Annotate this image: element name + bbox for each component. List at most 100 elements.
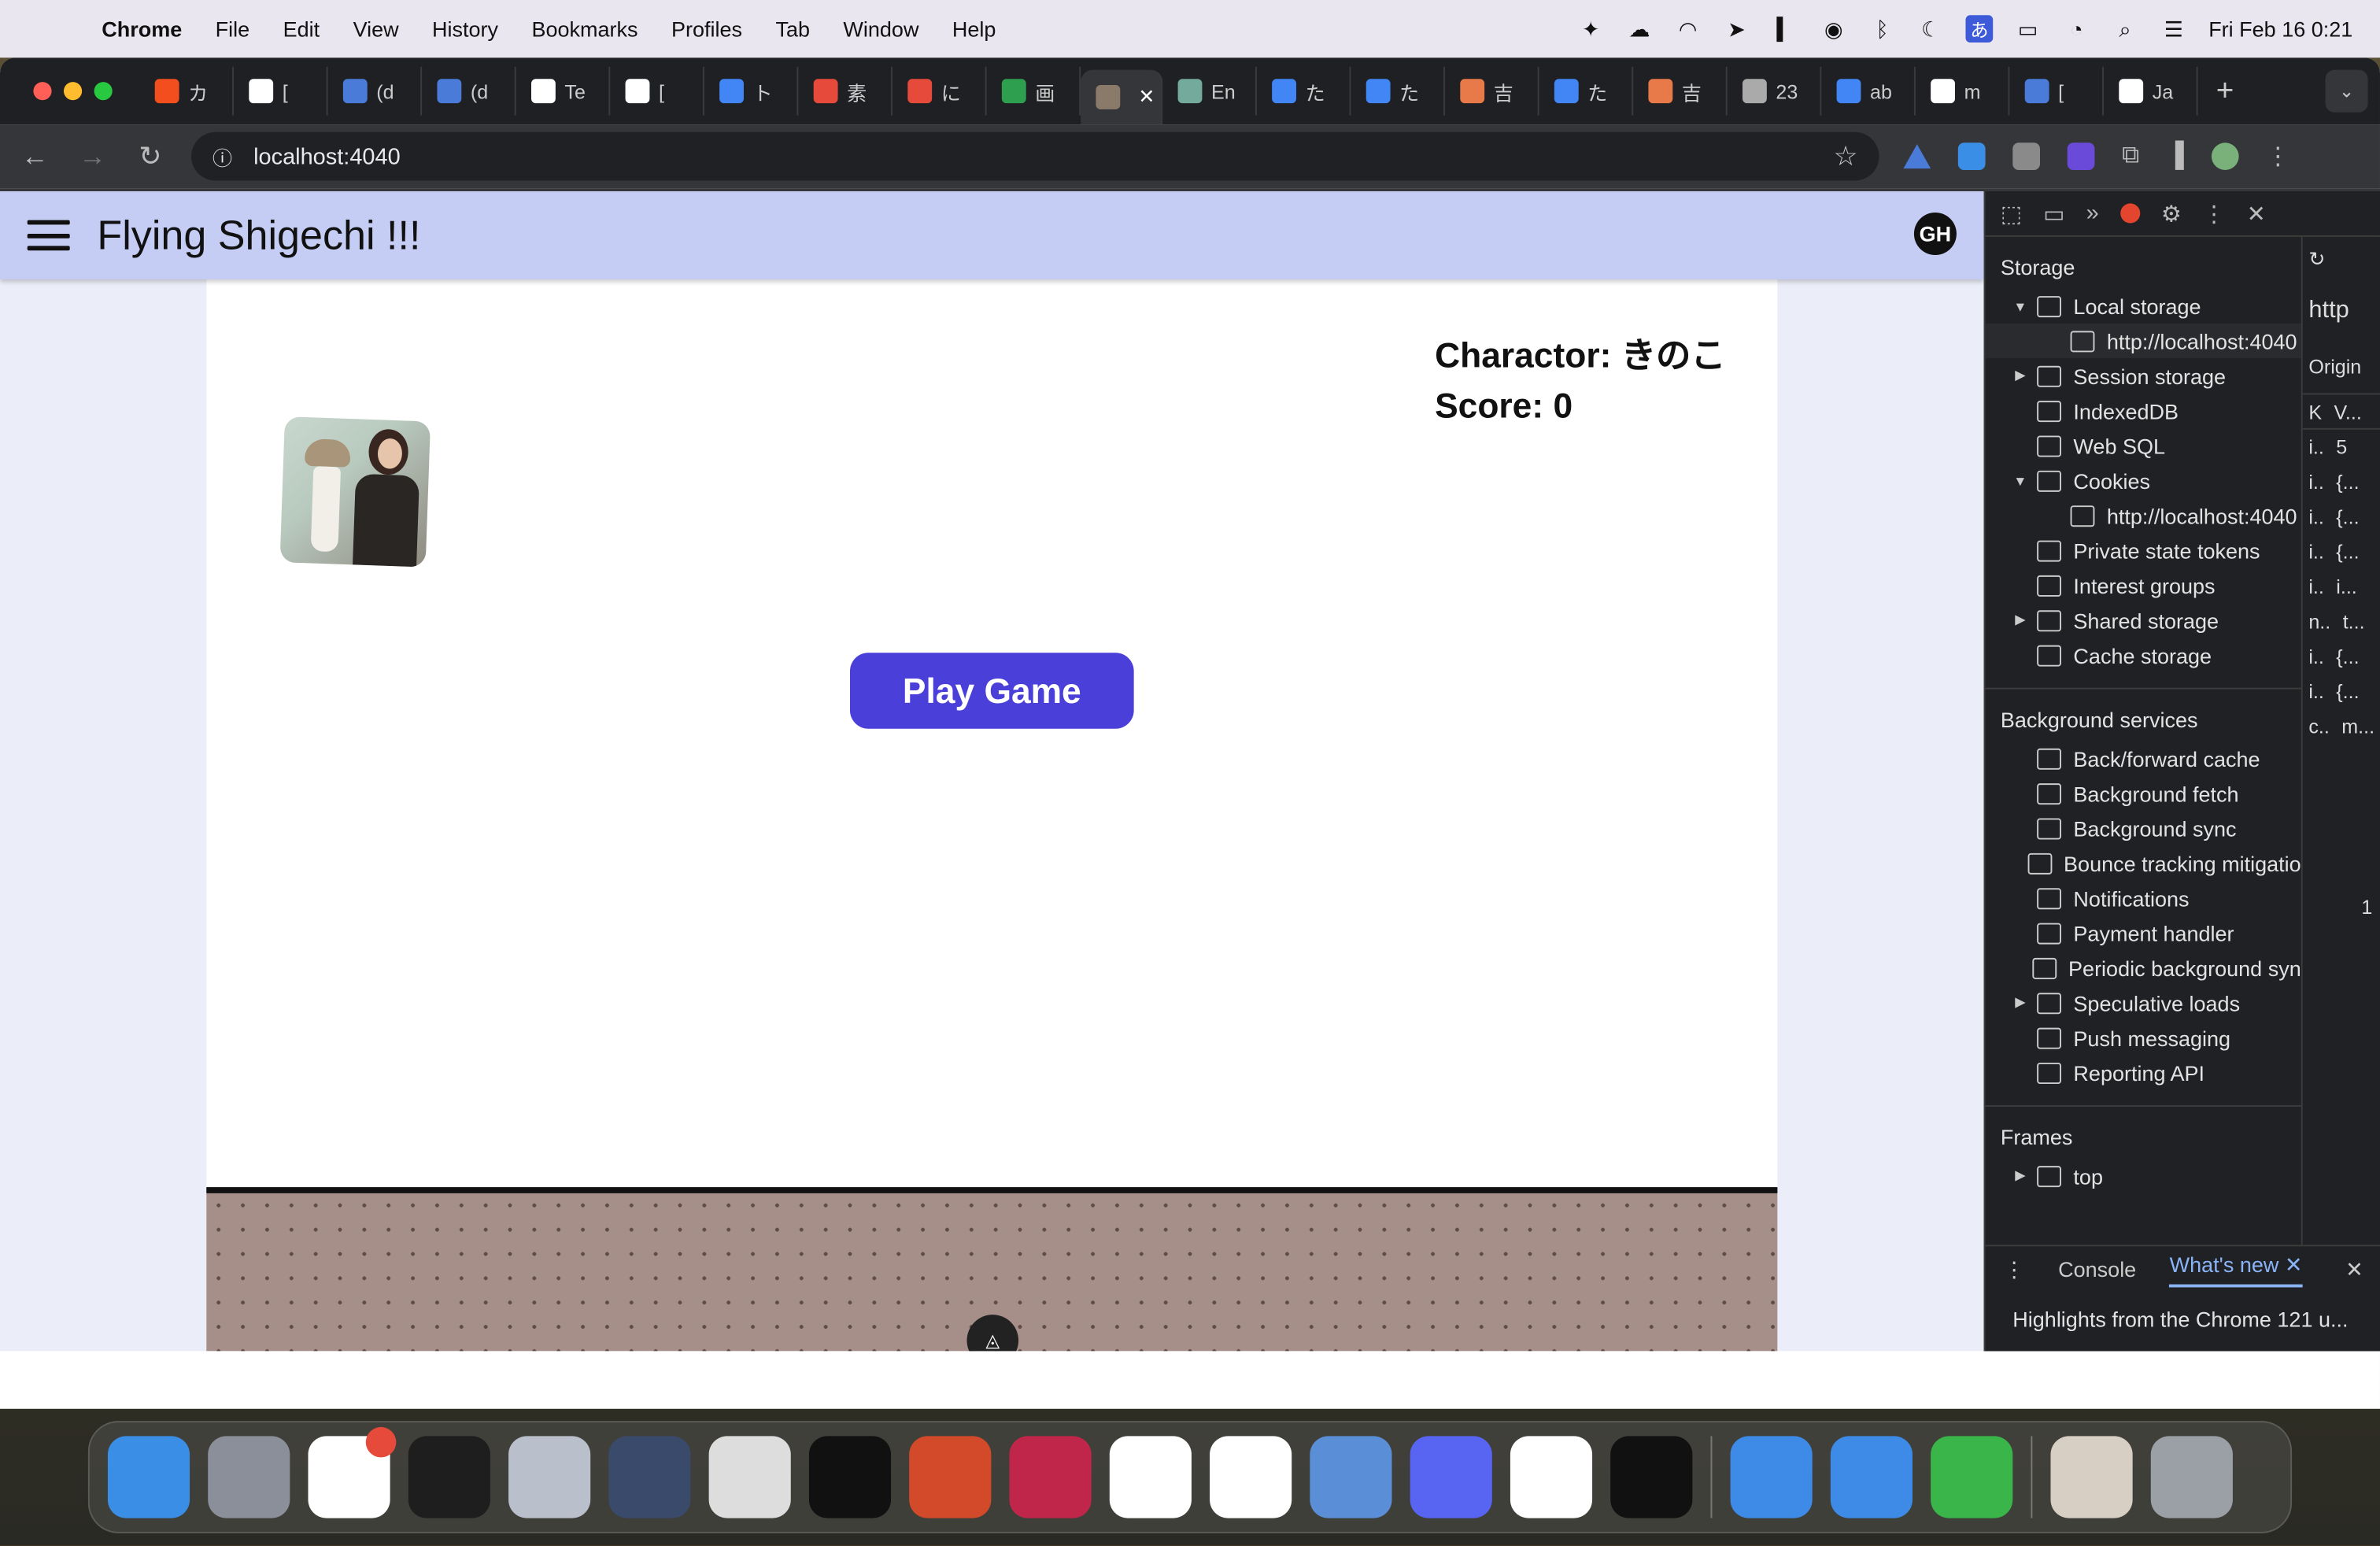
refresh-icon[interactable]: ↻ <box>2303 237 2380 283</box>
browser-tab[interactable]: En <box>1162 66 1257 116</box>
background-service-item[interactable]: Push messaging <box>1986 1020 2301 1055</box>
dock-quicktime-icon[interactable] <box>608 1436 691 1518</box>
dock-chrome-icon[interactable] <box>708 1436 791 1518</box>
reload-icon[interactable]: ↻ <box>134 140 167 172</box>
menu-edit[interactable]: Edit <box>266 17 336 41</box>
drawer-menu-icon[interactable]: ⋮ <box>2004 1256 2025 1282</box>
dock-scrobbler-icon[interactable] <box>1009 1436 1092 1518</box>
background-service-item[interactable]: Background fetch <box>1986 775 2301 810</box>
input-method-icon[interactable]: あ <box>1965 15 1994 43</box>
dock-slack-icon[interactable] <box>308 1426 397 1518</box>
extension-badge-7-icon[interactable] <box>2067 142 2095 170</box>
dock-vscode-icon[interactable] <box>1210 1436 1292 1518</box>
bluetooth-icon[interactable]: ᛒ <box>1868 17 1896 41</box>
dock-mongodb-icon[interactable] <box>1109 1436 1192 1518</box>
profile-avatar[interactable] <box>2211 142 2239 170</box>
storage-table-row[interactable]: i.. 5 <box>2303 430 2380 464</box>
figma-status-icon[interactable]: ✦ <box>1577 16 1605 41</box>
browser-tab[interactable]: 吉 <box>1633 66 1728 116</box>
dock-trash-icon[interactable] <box>2150 1436 2233 1518</box>
dock-xcode-icon[interactable] <box>1730 1436 1813 1518</box>
copilot-icon[interactable]: ➤ <box>1723 16 1750 41</box>
storage-table-row[interactable]: i.. i... <box>2303 569 2380 604</box>
new-tab-button[interactable]: + <box>2198 74 2234 109</box>
tab-whats-new[interactable]: What's new ✕ <box>2169 1252 2303 1287</box>
menu-app-name[interactable]: Chrome <box>85 17 198 41</box>
browser-tab[interactable]: m <box>1916 66 2010 116</box>
extension-triangle-icon[interactable] <box>1903 144 1931 169</box>
tab-search-button[interactable]: ⌄ <box>2325 69 2368 113</box>
storage-tree-item[interactable]: Interest groups <box>1986 568 2301 602</box>
tab-console[interactable]: Console <box>2058 1257 2136 1282</box>
back-icon[interactable]: ← <box>18 140 51 172</box>
background-service-item[interactable]: Notifications <box>1986 881 2301 915</box>
browser-tab[interactable]: [ <box>2009 66 2104 116</box>
drawer-close-icon[interactable]: ✕ <box>2345 1256 2380 1282</box>
spotlight-search-icon[interactable]: ⌕ <box>2112 16 2139 41</box>
menu-history[interactable]: History <box>416 17 515 41</box>
dock-figma-icon[interactable] <box>408 1436 490 1518</box>
storage-tree-item[interactable]: Cache storage <box>1986 638 2301 672</box>
background-service-item[interactable]: Background sync <box>1986 811 2301 845</box>
devtools-close-icon[interactable]: ✕ <box>2247 200 2266 227</box>
dock-launchpad-icon[interactable] <box>208 1436 290 1518</box>
storage-tree-item[interactable]: ▶ Shared storage <box>1986 603 2301 638</box>
storage-tree-item[interactable]: Private state tokens <box>1986 533 2301 568</box>
background-service-item[interactable]: ▶ Speculative loads <box>1986 986 2301 1020</box>
more-tabs-icon[interactable]: » <box>2086 201 2099 227</box>
browser-tab[interactable]: (d <box>328 66 423 116</box>
sidebar-icon[interactable]: ▍ <box>1772 16 1799 41</box>
tab-close-icon[interactable]: ✕ <box>1138 85 1155 109</box>
collapsed-arrow-icon[interactable]: ▶ <box>2009 612 2031 628</box>
chrome-menu-icon[interactable]: ⋮ <box>2266 141 2290 172</box>
browser-tab[interactable]: た <box>1539 66 1634 116</box>
storage-table-row[interactable]: n.. t... <box>2303 605 2380 639</box>
dock-sketchbook-icon[interactable] <box>1510 1436 1593 1518</box>
storage-table-row[interactable]: i.. {... <box>2303 464 2380 499</box>
dock-numbers-icon[interactable] <box>1931 1436 2013 1518</box>
menu-file[interactable]: File <box>198 17 266 41</box>
clock[interactable]: Fri Feb 16 0:21 <box>2208 17 2352 41</box>
menu-bookmarks[interactable]: Bookmarks <box>515 17 654 41</box>
tab-active[interactable]: ✕ <box>1081 69 1163 125</box>
control-center-icon[interactable]: ☰ <box>2160 16 2187 41</box>
zoom-window-button[interactable] <box>94 82 113 101</box>
browser-tab[interactable]: Ja <box>2104 66 2198 116</box>
background-service-item[interactable]: Payment handler <box>1986 915 2301 950</box>
browser-tab[interactable]: 23 <box>1728 66 1822 116</box>
inspect-element-icon[interactable]: ⬚ <box>2001 200 2022 227</box>
storage-table-row[interactable]: i.. {... <box>2303 499 2380 534</box>
dock-discord-icon[interactable] <box>1410 1436 1492 1518</box>
storage-table-row[interactable]: i.. {... <box>2303 534 2380 569</box>
menu-view[interactable]: View <box>336 17 415 41</box>
dock-automator-icon[interactable] <box>1310 1436 1392 1518</box>
vpn-icon[interactable]: ◠ <box>1674 16 1702 41</box>
dock-instruments-icon[interactable] <box>909 1436 992 1518</box>
extensions-puzzle-icon[interactable]: ⧉ <box>2122 142 2139 170</box>
dock-xcode-beta-icon[interactable] <box>1830 1436 1913 1518</box>
browser-tab[interactable]: ab <box>1821 66 1916 116</box>
collapsed-arrow-icon[interactable]: ▶ <box>2009 368 2031 384</box>
dock-finder-icon[interactable] <box>107 1436 190 1518</box>
storage-tree-item[interactable]: http://localhost:4040 <box>1985 323 2301 359</box>
battery-icon[interactable]: ▭ <box>2014 16 2042 41</box>
play-game-button[interactable]: Play Game <box>849 653 1134 729</box>
dock-terminal-icon[interactable] <box>808 1436 892 1518</box>
dock-affinity-icon[interactable] <box>508 1436 591 1518</box>
hamburger-menu-icon[interactable] <box>27 220 70 251</box>
weather-icon[interactable]: ☁ <box>1626 16 1654 41</box>
browser-tab[interactable]: [ <box>234 66 328 116</box>
storage-table-row[interactable]: c.. m... <box>2303 709 2380 744</box>
background-service-item[interactable]: Back/forward cache <box>1986 741 2301 775</box>
url-text[interactable]: localhost:4040 <box>253 143 401 169</box>
browser-tab[interactable]: (d <box>422 66 516 116</box>
dock-photo-folder-icon[interactable] <box>2050 1436 2133 1518</box>
whats-new-message[interactable]: Highlights from the Chrome 121 u... <box>1986 1292 2380 1331</box>
storage-table-row[interactable]: i.. {... <box>2303 674 2380 708</box>
storage-tree-item[interactable]: http://localhost:4040 <box>1986 498 2301 533</box>
device-toolbar-icon[interactable]: ▭ <box>2043 200 2064 227</box>
menu-profiles[interactable]: Profiles <box>655 17 759 41</box>
storage-table-row[interactable]: i.. {... <box>2303 639 2380 674</box>
expanded-arrow-icon[interactable]: ▼ <box>2009 473 2031 488</box>
browser-tab[interactable]: 吉 <box>1445 66 1539 116</box>
